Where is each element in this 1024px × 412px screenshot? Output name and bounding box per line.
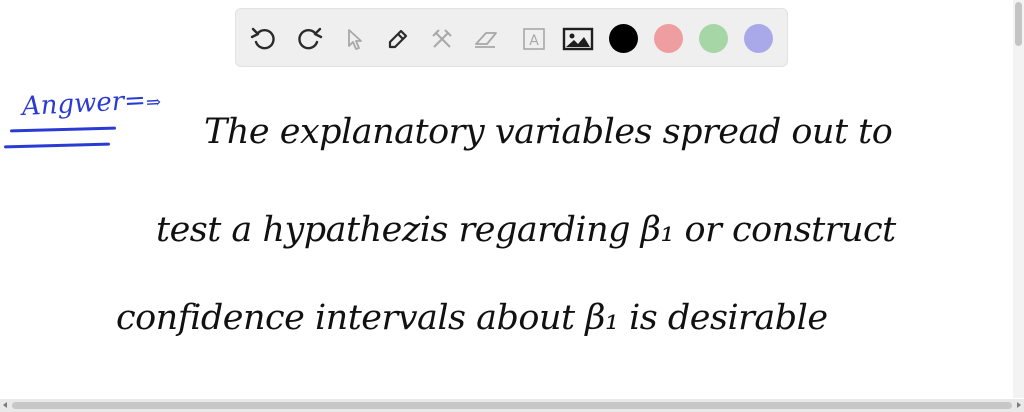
color-swatch-black[interactable] [609, 24, 638, 53]
answer-label: Angwer=⇒ [21, 85, 162, 122]
tools-button[interactable] [426, 23, 458, 55]
pen-button[interactable] [382, 23, 414, 55]
answer-arrow-icon: ⇒ [145, 91, 162, 114]
undo-button[interactable] [248, 23, 280, 55]
image-icon [562, 27, 594, 51]
eraser-icon [475, 32, 497, 48]
scroll-right-arrow-icon[interactable] [1017, 402, 1021, 408]
svg-text:A: A [529, 33, 539, 49]
whiteboard-canvas[interactable]: Angwer=⇒ The explanatory variables sprea… [0, 72, 1012, 398]
scroll-left-arrow-icon[interactable] [3, 402, 7, 408]
drawing-toolbar: A [235, 8, 788, 67]
horizontal-scrollbar[interactable] [0, 399, 1024, 412]
color-swatch-purple[interactable] [744, 24, 773, 53]
color-swatch-red[interactable] [654, 24, 683, 53]
undo-icon [250, 27, 275, 50]
color-swatch-green[interactable] [699, 24, 728, 53]
horizontal-scrollbar-thumb[interactable] [12, 402, 1012, 409]
answer-underline-bottom [3, 142, 111, 149]
vertical-scrollbar[interactable] [1013, 0, 1024, 398]
eraser-button[interactable] [470, 23, 502, 55]
vertical-scrollbar-thumb[interactable] [1015, 2, 1022, 46]
text-box-icon: A [523, 28, 545, 50]
pointer-icon [348, 29, 362, 50]
handwritten-line-2: test a hypathezis regarding β₁ or constr… [156, 210, 896, 250]
handwritten-line-3: confidence intervals about β₁ is desirab… [116, 298, 828, 338]
answer-label-text: Angwer= [21, 85, 147, 122]
tools-icon [432, 29, 452, 48]
redo-icon [298, 27, 323, 50]
handwritten-line-1: The explanatory variables spread out to [204, 112, 893, 152]
text-button[interactable]: A [518, 23, 550, 55]
select-button[interactable] [338, 23, 370, 55]
redo-button[interactable] [293, 23, 325, 55]
image-button[interactable] [562, 23, 594, 55]
pen-icon [388, 29, 408, 49]
answer-underline-top [9, 126, 117, 133]
